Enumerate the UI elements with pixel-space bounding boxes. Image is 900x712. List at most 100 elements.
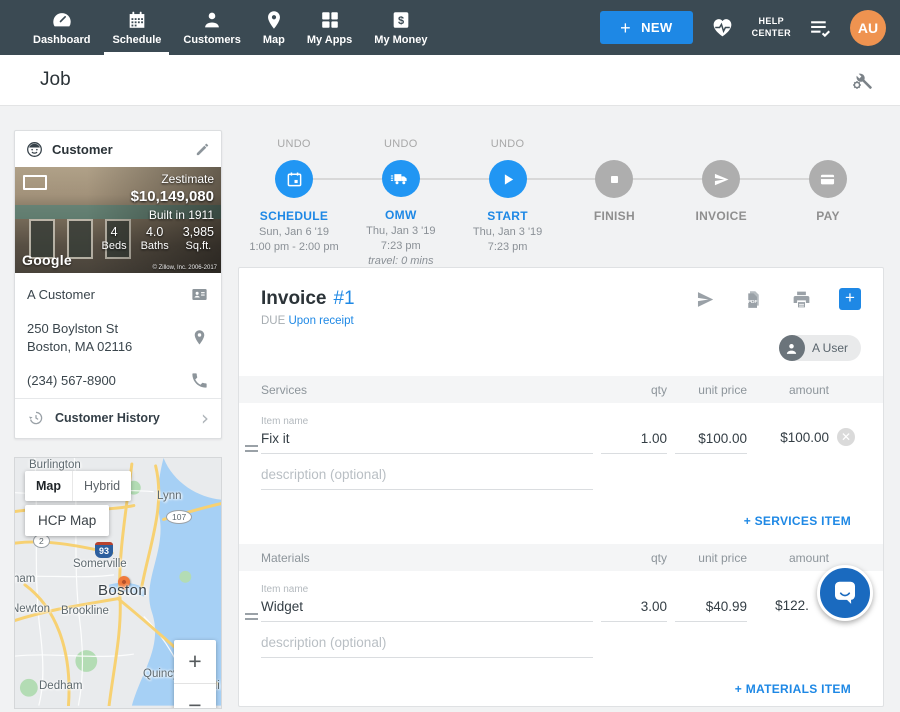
send-invoice-icon[interactable] bbox=[695, 289, 716, 310]
new-button[interactable]: + NEW bbox=[600, 11, 692, 44]
customer-name: A Customer bbox=[27, 286, 182, 304]
user-avatar[interactable]: AU bbox=[850, 10, 886, 46]
customer-card-title: Customer bbox=[52, 142, 186, 157]
job-tools-icon[interactable] bbox=[850, 68, 874, 92]
add-materials-item-link[interactable]: + MATERIALS ITEM bbox=[239, 658, 883, 712]
service-unit-price-input[interactable] bbox=[675, 427, 747, 454]
hybrid-button[interactable]: Hybrid bbox=[73, 471, 131, 501]
page-header: Job bbox=[0, 55, 900, 106]
due-terms-link[interactable]: Upon receipt bbox=[288, 315, 353, 327]
step-date: Thu, Jan 3 '19 bbox=[366, 225, 435, 237]
item-name-label: Item name bbox=[261, 584, 593, 595]
amount-column-header: amount bbox=[755, 383, 829, 397]
qty-column-header: qty bbox=[601, 383, 667, 397]
invoice-step-icon[interactable] bbox=[702, 160, 740, 198]
street-view-frame-icon[interactable] bbox=[23, 175, 47, 190]
step-travel: travel: 0 mins bbox=[368, 255, 433, 267]
finish-step-icon[interactable] bbox=[595, 160, 633, 198]
step-label: OMW bbox=[385, 208, 417, 222]
activity-list-icon[interactable] bbox=[808, 15, 833, 40]
material-description-input[interactable] bbox=[261, 631, 593, 658]
help-center-link[interactable]: HELP CENTER bbox=[752, 16, 791, 39]
phone-icon[interactable] bbox=[190, 371, 209, 390]
service-amount: $100.00 bbox=[755, 430, 829, 454]
customer-name-row: A Customer bbox=[15, 277, 221, 312]
customer-card-header: Customer bbox=[15, 131, 221, 167]
service-name-input[interactable] bbox=[261, 427, 593, 454]
edit-pencil-icon[interactable] bbox=[194, 141, 211, 158]
chevron-right-icon: › bbox=[201, 411, 209, 425]
invoice-number: #1 bbox=[333, 288, 354, 310]
schedule-step-icon[interactable] bbox=[275, 160, 313, 198]
step-date: Thu, Jan 3 '19 bbox=[473, 226, 542, 238]
assignee-chip[interactable]: A User bbox=[779, 335, 861, 361]
unit-price-column-header: unit price bbox=[675, 551, 747, 565]
zoom-out-button[interactable]: − bbox=[174, 683, 216, 709]
location-pin-icon[interactable] bbox=[190, 328, 209, 347]
built-year: Built in 1911 bbox=[102, 208, 215, 222]
unit-price-column-header: unit price bbox=[675, 383, 747, 397]
contact-card-icon[interactable] bbox=[190, 285, 209, 304]
property-photo[interactable]: Zestimate $10,149,080 Built in 1911 4 Be… bbox=[15, 167, 221, 273]
zoom-in-button[interactable]: + bbox=[174, 640, 216, 683]
assignee-row: A User bbox=[261, 335, 861, 361]
invoice-title: Invoice bbox=[261, 288, 326, 310]
nav-item-my-money[interactable]: $ My Money bbox=[363, 0, 438, 55]
health-heart-icon[interactable] bbox=[710, 15, 735, 40]
step-finish: FINISH bbox=[576, 138, 652, 267]
drag-handle-icon[interactable] bbox=[245, 442, 258, 455]
hcp-map-button[interactable]: HCP Map bbox=[25, 505, 109, 536]
page-title: Job bbox=[40, 69, 71, 91]
map-button[interactable]: Map bbox=[25, 471, 73, 501]
print-icon[interactable] bbox=[791, 289, 812, 310]
customer-history-label: Customer History bbox=[55, 411, 191, 425]
drag-handle-icon[interactable] bbox=[245, 610, 258, 623]
pay-step-icon[interactable] bbox=[809, 160, 847, 198]
nav-item-schedule[interactable]: Schedule bbox=[101, 0, 172, 55]
omw-step-icon[interactable] bbox=[382, 160, 420, 197]
stat-value: 4.0 bbox=[141, 225, 169, 239]
chat-launcher-button[interactable] bbox=[817, 565, 873, 621]
customers-icon bbox=[201, 9, 223, 31]
undo-start[interactable]: UNDO bbox=[491, 138, 525, 151]
add-services-item-link[interactable]: + SERVICES ITEM bbox=[239, 490, 883, 544]
material-line-item: Item name $122. bbox=[261, 584, 861, 658]
qty-column-header: qty bbox=[601, 551, 667, 565]
material-qty-input[interactable] bbox=[601, 595, 667, 622]
nav-item-dashboard[interactable]: Dashboard bbox=[22, 0, 101, 55]
nav-item-customers[interactable]: Customers bbox=[172, 0, 251, 55]
customer-contact: A Customer 250 Boylston St Boston, MA 02… bbox=[15, 273, 221, 438]
nav-items: Dashboard Schedule Customers Map My Apps… bbox=[22, 0, 438, 55]
remove-service-item-icon[interactable]: ✕ bbox=[837, 428, 855, 446]
nav-item-my-apps[interactable]: My Apps bbox=[296, 0, 363, 55]
service-qty-input[interactable] bbox=[601, 427, 667, 454]
step-label: FINISH bbox=[594, 209, 635, 223]
service-line-item: Item name $100.00 ✕ bbox=[261, 416, 861, 490]
apps-grid-icon bbox=[319, 9, 341, 31]
help-line1: HELP bbox=[752, 16, 791, 28]
stat-label: Beds bbox=[102, 240, 127, 252]
pdf-icon[interactable]: PDF bbox=[743, 289, 764, 310]
start-step-icon[interactable] bbox=[489, 160, 527, 198]
nav-label: Dashboard bbox=[33, 34, 90, 46]
step-pay: PAY bbox=[790, 138, 866, 267]
customer-history-row[interactable]: Customer History › bbox=[15, 398, 221, 438]
map-label-boston: Boston bbox=[98, 582, 147, 599]
invoice-actions: PDF + bbox=[695, 288, 861, 310]
nav-item-map[interactable]: Map bbox=[252, 0, 296, 55]
material-name-input[interactable] bbox=[261, 595, 593, 622]
stat-sqft: 3,985 Sq.ft. bbox=[183, 225, 214, 252]
add-invoice-icon[interactable]: + bbox=[839, 288, 861, 310]
undo-schedule[interactable]: UNDO bbox=[277, 138, 311, 151]
map-widget[interactable]: Burlington Lynn 107 2 93 Somerville ham … bbox=[14, 457, 222, 709]
stat-baths: 4.0 Baths bbox=[141, 225, 169, 252]
property-stats: 4 Beds 4.0 Baths 3,985 Sq.ft. bbox=[102, 225, 215, 252]
service-description-input[interactable] bbox=[261, 463, 593, 490]
stat-label: Sq.ft. bbox=[183, 240, 214, 252]
customer-address: 250 Boylston St Boston, MA 02116 bbox=[27, 320, 182, 355]
undo-omw[interactable]: UNDO bbox=[384, 138, 418, 151]
photo-copyright: © Zillow, Inc. 2006-2017 bbox=[153, 265, 217, 271]
address-line2: Boston, MA 02116 bbox=[27, 338, 182, 356]
material-unit-price-input[interactable] bbox=[675, 595, 747, 622]
map-type-buttons: Map Hybrid bbox=[25, 471, 131, 501]
